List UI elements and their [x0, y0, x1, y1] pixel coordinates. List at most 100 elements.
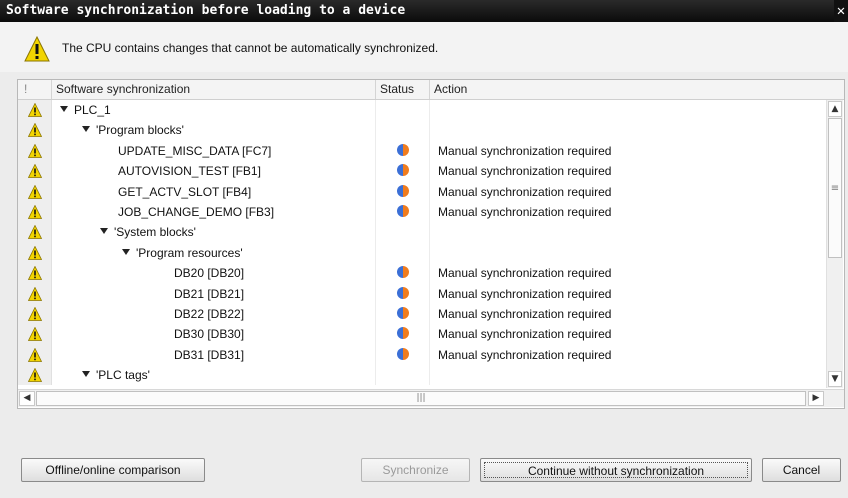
- table-row[interactable]: 'Program blocks': [18, 120, 826, 141]
- row-name-label: 'Program resources': [136, 245, 243, 260]
- row-status-cell: [376, 263, 430, 284]
- row-action-label: Manual synchronization required: [438, 347, 612, 362]
- table-row[interactable]: UPDATE_MISC_DATA [FC7] Manual synchroniza…: [18, 140, 826, 162]
- column-header-action[interactable]: Action: [430, 80, 825, 99]
- row-warning-cell: [18, 365, 52, 386]
- row-action-cell: [430, 120, 826, 140]
- status-icon: [397, 204, 409, 220]
- row-name-cell: PLC_1: [52, 100, 376, 121]
- expand-triangle-icon[interactable]: [82, 126, 90, 133]
- cancel-label: Cancel: [782, 463, 821, 477]
- row-action-cell: Manual synchronization required: [430, 182, 826, 202]
- row-warning-cell: [18, 263, 52, 284]
- row-action-cell: Manual synchronization required: [430, 202, 826, 222]
- row-name-cell: AUTOVISION_TEST [FB1]: [52, 161, 376, 182]
- row-warning-cell: [18, 303, 52, 325]
- row-action-cell: Manual synchronization required: [430, 304, 826, 324]
- message-text: The CPU contains changes that cannot be …: [62, 41, 439, 55]
- row-action-label: Manual synchronization required: [438, 184, 612, 199]
- row-status-cell: [376, 344, 430, 366]
- row-warning-cell: [18, 181, 52, 202]
- row-status-cell: [376, 303, 430, 325]
- row-name-label: PLC_1: [74, 103, 111, 117]
- dialog-title: Software synchronization before loading …: [6, 3, 406, 18]
- row-name-cell: DB21 [DB21]: [52, 283, 376, 304]
- table-row[interactable]: DB22 [DB22] Manual synchronization requir…: [18, 303, 826, 325]
- row-warning-cell: [18, 242, 52, 264]
- expand-triangle-icon[interactable]: [60, 106, 68, 112]
- table-row[interactable]: 'PLC tags': [18, 365, 826, 386]
- row-warning-cell: [18, 140, 52, 162]
- status-icon: [397, 164, 409, 179]
- message-panel: The CPU contains changes that cannot be …: [0, 22, 848, 72]
- row-name-cell: JOB_CHANGE_DEMO [FB3]: [52, 201, 376, 223]
- expand-triangle-icon[interactable]: [82, 371, 90, 378]
- close-icon[interactable]: ✕: [834, 0, 848, 22]
- row-name-cell: UPDATE_MISC_DATA [FC7]: [52, 140, 376, 162]
- expand-triangle-icon[interactable]: [100, 228, 108, 235]
- row-status-cell: [376, 161, 430, 182]
- row-name-label: DB22 [DB22]: [174, 306, 245, 321]
- row-status-cell: [376, 100, 430, 121]
- row-name-cell: DB22 [DB22]: [52, 303, 376, 325]
- row-action-label: Manual synchronization required: [438, 266, 612, 281]
- row-warning-cell: [18, 324, 52, 345]
- vertical-scroll-thumb[interactable]: ≡: [828, 118, 842, 258]
- scroll-up-icon[interactable]: ▲: [828, 101, 842, 117]
- row-action-cell: Manual synchronization required: [430, 345, 826, 365]
- status-icon: [397, 286, 409, 302]
- row-action-label: Manual synchronization required: [438, 164, 612, 179]
- row-action-label: Manual synchronization required: [438, 286, 612, 301]
- synchronize-label: Synchronize: [382, 463, 449, 477]
- table-row[interactable]: AUTOVISION_TEST [FB1] Manual synchronizat…: [18, 161, 826, 182]
- table-row[interactable]: PLC_1: [18, 100, 826, 121]
- status-icon: [397, 327, 409, 342]
- table-row[interactable]: DB31 [DB31] Manual synchronization requir…: [18, 344, 826, 366]
- row-name-cell: 'System blocks': [52, 222, 376, 243]
- table-row[interactable]: 'Program resources': [18, 242, 826, 264]
- table-row[interactable]: DB21 [DB21] Manual synchronization requir…: [18, 283, 826, 304]
- cancel-button[interactable]: Cancel: [762, 458, 841, 482]
- row-name-cell: 'Program blocks': [52, 120, 376, 141]
- title-bar: Software synchronization before loading …: [0, 0, 848, 22]
- horizontal-scroll-thumb[interactable]: |||: [36, 391, 806, 406]
- vertical-scrollbar[interactable]: ▲ ≡ ▼: [826, 100, 843, 388]
- scroll-left-icon[interactable]: ◀: [19, 391, 35, 406]
- row-warning-cell: [18, 120, 52, 141]
- column-header-name[interactable]: Software synchronization: [52, 80, 376, 99]
- status-icon: [397, 143, 409, 159]
- row-action-cell: [430, 365, 826, 385]
- row-name-label: 'Program blocks': [96, 123, 184, 138]
- status-icon: [397, 347, 409, 363]
- offline-online-comparison-button[interactable]: Offline/online comparison: [21, 458, 205, 482]
- row-name-cell: 'Program resources': [52, 242, 376, 264]
- table-row[interactable]: JOB_CHANGE_DEMO [FB3] Manual synchronizat…: [18, 201, 826, 223]
- synchronize-button[interactable]: Synchronize: [361, 458, 470, 482]
- column-header-status[interactable]: Status: [376, 80, 430, 99]
- row-name-label: UPDATE_MISC_DATA [FC7]: [118, 143, 272, 158]
- table-row[interactable]: DB30 [DB30] Manual synchronization requir…: [18, 324, 826, 345]
- table-row[interactable]: 'System blocks': [18, 222, 826, 243]
- row-action-label: Manual synchronization required: [438, 204, 612, 219]
- scroll-right-icon[interactable]: ▶: [808, 391, 824, 406]
- status-icon: [397, 184, 409, 200]
- row-action-cell: Manual synchronization required: [430, 161, 826, 181]
- row-warning-cell: [18, 283, 52, 304]
- row-name-cell: 'PLC tags': [52, 365, 376, 386]
- table-row[interactable]: GET_ACTV_SLOT [FB4] Manual synchronizatio…: [18, 181, 826, 202]
- warning-icon: [24, 36, 50, 62]
- continue-without-sync-button[interactable]: Continue without synchronization: [480, 458, 752, 482]
- row-action-cell: Manual synchronization required: [430, 324, 826, 344]
- scroll-down-icon[interactable]: ▼: [828, 371, 842, 387]
- row-action-cell: Manual synchronization required: [430, 284, 826, 304]
- row-name-label: DB30 [DB30]: [174, 327, 245, 342]
- row-warning-cell: [18, 222, 52, 243]
- horizontal-scrollbar[interactable]: ◀ ||| ▶: [18, 389, 844, 407]
- table-row[interactable]: DB20 [DB20] Manual synchronization requir…: [18, 263, 826, 284]
- row-warning-cell: [18, 161, 52, 182]
- row-action-label: Manual synchronization required: [438, 143, 612, 158]
- column-header-warning[interactable]: !: [18, 80, 52, 99]
- expand-triangle-icon[interactable]: [122, 248, 130, 255]
- row-status-cell: [376, 140, 430, 162]
- row-action-cell: Manual synchronization required: [430, 263, 826, 283]
